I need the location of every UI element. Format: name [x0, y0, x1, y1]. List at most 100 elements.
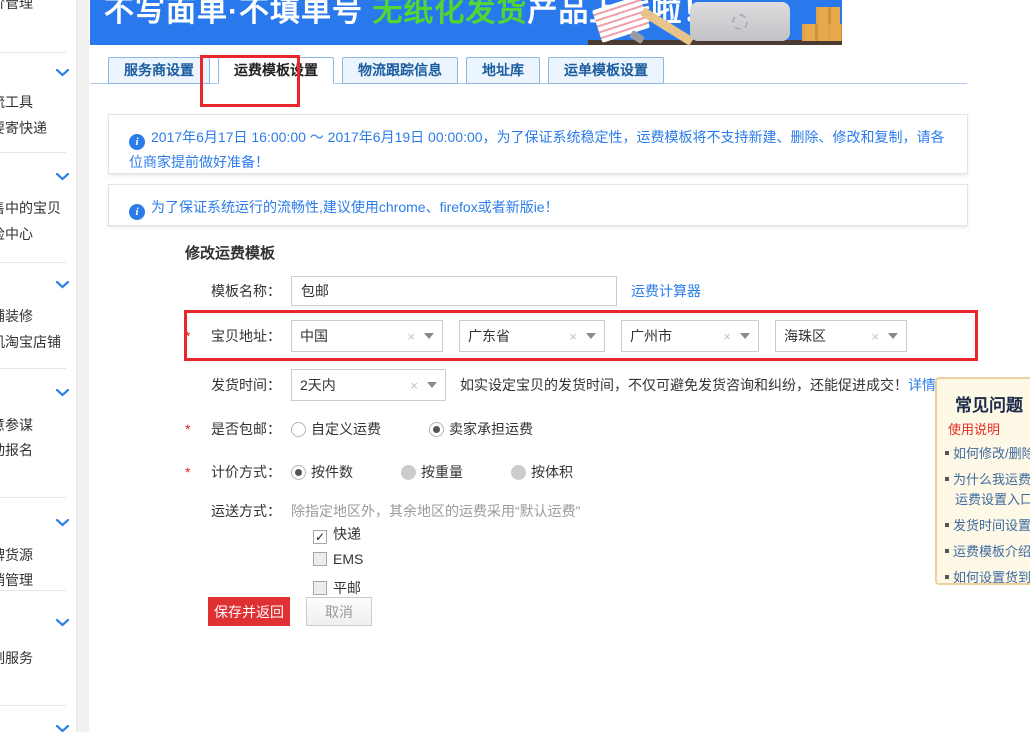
checkbox-express-label[interactable]: 快递: [333, 526, 361, 542]
bullet-icon: [945, 451, 949, 455]
faq-link-template-intro[interactable]: 运费模板介绍: [945, 541, 1030, 560]
dropdown-arrow-icon[interactable]: [740, 333, 750, 339]
required-icon: *: [185, 421, 197, 437]
radio-by-weight[interactable]: [401, 465, 416, 480]
tab-shipping-template-settings[interactable]: 运费模板设置: [218, 57, 334, 84]
province-select[interactable]: 广东省×: [459, 320, 605, 352]
checkbox-express-row: ✓ 快递: [313, 524, 361, 544]
radio-custom-shipping[interactable]: [291, 422, 306, 437]
sidebar-item-logistics-tools[interactable]: 流工具: [0, 92, 33, 112]
chevron-down-icon[interactable]: [55, 724, 70, 732]
radio-by-volume[interactable]: [511, 465, 526, 480]
radio-custom-shipping-label[interactable]: 自定义运费: [311, 419, 381, 439]
radio-seller-pays-shipping[interactable]: [429, 422, 444, 437]
clear-icon[interactable]: ×: [871, 329, 879, 344]
sidebar-item-items-on-sale[interactable]: 售中的宝贝: [0, 198, 61, 218]
sidebar-item-send-express[interactable]: 要寄快递: [0, 118, 47, 138]
faq-link-shipping-entry[interactable]: 运费设置入口: [955, 489, 1030, 508]
faq-link-why-template[interactable]: 为什么我运费模: [945, 469, 1030, 488]
system-maintenance-notice: i2017年6月17日 16:00:00 ～ 2017年6月19日 00:00:…: [108, 114, 968, 174]
left-sidebar: 价管理 流工具 要寄快递 售中的宝贝 检中心 铺装修 机淘宝店铺 意参谋 动报名…: [0, 0, 74, 732]
tab-logistics-tracking-info[interactable]: 物流跟踪信息: [342, 57, 458, 84]
sidebar-item-distribution-manage[interactable]: 销管理: [0, 570, 33, 590]
faq-link-cod-setup[interactable]: 如何设置货到付: [945, 567, 1030, 585]
sidebar-divider: [0, 52, 66, 53]
chevron-down-icon[interactable]: [55, 68, 70, 78]
clear-icon[interactable]: ×: [569, 329, 577, 344]
chevron-down-icon[interactable]: [55, 280, 70, 290]
dropdown-arrow-icon[interactable]: [586, 333, 596, 339]
checkbox-surface-mail-row: 平邮: [313, 578, 361, 598]
bullet-icon: [945, 549, 949, 553]
chevron-down-icon[interactable]: [55, 618, 70, 628]
chevron-down-icon[interactable]: [55, 172, 70, 182]
parcel-box-icon: [828, 24, 842, 41]
template-name-input[interactable]: [291, 276, 617, 306]
dropdown-arrow-icon[interactable]: [427, 382, 437, 388]
sidebar-divider: [0, 262, 66, 263]
checkbox-express[interactable]: ✓: [313, 530, 327, 544]
pricing-method-label: 计价方式：: [197, 462, 281, 482]
checkbox-surface-mail-label[interactable]: 平邮: [333, 580, 361, 596]
sidebar-divider: [0, 497, 66, 498]
dropdown-arrow-icon[interactable]: [888, 333, 898, 339]
chevron-down-icon[interactable]: [55, 388, 70, 398]
radio-by-volume-label[interactable]: 按体积: [531, 462, 573, 482]
radio-by-piece[interactable]: [291, 465, 306, 480]
notice-text: 2017年6月17日 16:00:00 ～ 2017年6月19日 00:00:0…: [129, 129, 945, 170]
detail-link[interactable]: 详情: [908, 375, 936, 395]
country-value: 中国: [300, 326, 407, 346]
bullet-icon: [945, 523, 949, 527]
clear-icon[interactable]: ×: [407, 329, 415, 344]
dropdown-arrow-icon[interactable]: [424, 333, 434, 339]
sidebar-item-check-center[interactable]: 检中心: [0, 224, 33, 244]
chevron-down-icon[interactable]: [55, 518, 70, 528]
delivery-time-label: 发货时间：: [197, 375, 281, 395]
save-and-return-button[interactable]: 保存并返回: [208, 597, 290, 626]
required-icon: *: [185, 464, 197, 480]
shipping-calculator-link[interactable]: 运费计算器: [631, 281, 701, 301]
banner-highlight: 无纸化发货: [372, 0, 527, 28]
item-address-row: * 宝贝地址： 中国× 广东省× 广州市× 海珠区×: [185, 320, 923, 352]
tab-address-library[interactable]: 地址库: [466, 57, 540, 84]
template-name-label: 模板名称：: [197, 281, 281, 301]
city-select[interactable]: 广州市×: [621, 320, 759, 352]
template-name-row: 模板名称： 运费计算器: [185, 276, 701, 306]
country-select[interactable]: 中国×: [291, 320, 443, 352]
pricing-method-row: * 计价方式： 按件数 按重量 按体积: [185, 462, 621, 482]
info-icon: i: [129, 134, 145, 150]
checkbox-ems-label[interactable]: EMS: [333, 551, 363, 567]
cancel-button[interactable]: 取消: [306, 597, 372, 626]
delivery-time-select[interactable]: 2天内×: [291, 369, 446, 401]
radio-by-weight-label[interactable]: 按重量: [421, 462, 463, 482]
sidebar-item-custom-service[interactable]: 制服务: [0, 648, 33, 668]
sidebar-divider: [0, 705, 66, 706]
faq-link-modify-delete[interactable]: 如何修改/删除: [945, 443, 1030, 462]
faq-title: 常见问题: [955, 391, 1023, 416]
faq-link-delivery-time-guide[interactable]: 发货时间设置指: [945, 515, 1030, 534]
parcel-box-icon: [816, 7, 840, 24]
sidebar-item-mobile-shop[interactable]: 机淘宝店铺: [0, 332, 61, 352]
sidebar-item-activity-signup[interactable]: 动报名: [0, 440, 33, 460]
sidebar-item-price-manage[interactable]: 价管理: [0, 0, 33, 13]
sidebar-item-business-advisor[interactable]: 意参谋: [0, 415, 33, 435]
shipping-method-row: 运送方式： 除指定地区外，其余地区的运费采用“默认运费”: [185, 501, 580, 521]
delivery-time-row: 发货时间： 2天内× 如实设定宝贝的发货时间，不仅可避免发货咨询和纠纷，还能促进…: [185, 369, 936, 401]
radio-by-piece-label[interactable]: 按件数: [311, 462, 353, 482]
sidebar-item-brand-supply[interactable]: 牌货源: [0, 545, 33, 565]
clear-icon[interactable]: ×: [410, 378, 418, 393]
faq-panel: 常见问题 使用说明 如何修改/删除 为什么我运费模 运费设置入口 发货时间设置指…: [935, 377, 1030, 585]
usage-instructions-link[interactable]: 使用说明: [948, 419, 1000, 438]
browser-recommendation-notice: i为了保证系统运行的流畅性,建议使用chrome、firefox或者新版ie！: [108, 184, 968, 226]
clear-icon[interactable]: ×: [723, 329, 731, 344]
promo-banner[interactable]: 不写面单·不填单号 无纸化发货产品上线啦！: [90, 0, 842, 45]
sidebar-divider: [0, 152, 66, 153]
district-select[interactable]: 海珠区×: [775, 320, 907, 352]
tab-service-provider-settings[interactable]: 服务商设置: [108, 57, 210, 84]
sidebar-item-shop-decorate[interactable]: 铺装修: [0, 306, 33, 326]
checkbox-surface-mail[interactable]: [313, 581, 327, 595]
radio-seller-pays-shipping-label[interactable]: 卖家承担运费: [449, 419, 533, 439]
checkbox-ems[interactable]: [313, 552, 327, 566]
tab-waybill-template-settings[interactable]: 运单模板设置: [548, 57, 664, 84]
sidebar-scrollbar[interactable]: [76, 0, 89, 732]
